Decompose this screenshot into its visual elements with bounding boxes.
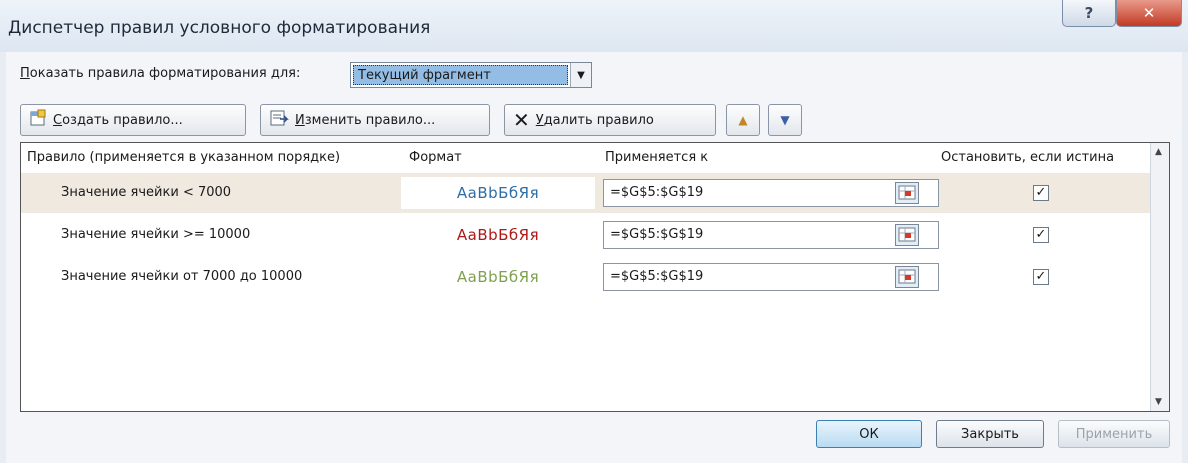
title-bar: Диспетчер правил условного форматировани… — [0, 0, 1188, 52]
show-rules-row: Показать правила форматирования для: — [20, 66, 300, 81]
rules-grid: Правило (применяется в указанном порядке… — [20, 142, 1170, 412]
scroll-up-icon[interactable]: ▲ — [1155, 147, 1162, 157]
stop-if-true-checkbox[interactable]: ✓ — [1033, 185, 1049, 201]
help-button[interactable]: ? — [1062, 0, 1116, 27]
format-preview: АаBbБбЯя — [401, 261, 595, 293]
chevron-down-icon[interactable]: ▼ — [570, 63, 591, 87]
stop-if-true-checkbox[interactable]: ✓ — [1033, 227, 1049, 243]
delete-icon: ✕ — [513, 108, 530, 132]
format-preview: АаBbБбЯя — [401, 219, 595, 251]
rule-condition: Значение ячейки от 7000 до 10000 — [61, 269, 303, 284]
rule-condition: Значение ячейки >= 10000 — [61, 227, 251, 242]
create-rule-button[interactable]: Создать правило... — [20, 104, 246, 136]
apply-button[interactable]: Применить — [1058, 420, 1170, 448]
close-button[interactable]: Закрыть — [936, 420, 1044, 448]
arrow-down-icon: ▼ — [780, 113, 790, 127]
rule-row[interactable]: Значение ячейки >= 10000 АаBbБбЯя =$G$5:… — [21, 215, 1151, 255]
move-up-button[interactable]: ▲ — [726, 104, 760, 136]
delete-rule-button[interactable]: ✕ Удалить правило — [504, 104, 716, 136]
show-rules-select[interactable]: Текущий фрагмент ▼ — [350, 62, 592, 88]
scroll-down-icon[interactable]: ▼ — [1155, 397, 1162, 407]
rule-row[interactable]: Значение ячейки от 7000 до 10000 АаBbБбЯ… — [21, 257, 1151, 297]
header-stop: Остановить, если истина — [941, 150, 1115, 165]
header-applies: Применяется к — [605, 150, 709, 165]
show-rules-label: Показать правила форматирования для: — [20, 66, 301, 81]
range-select-icon[interactable] — [895, 266, 919, 288]
format-preview: АаBbБбЯя — [401, 177, 595, 209]
applies-to-input[interactable]: =$G$5:$G$19 — [603, 179, 939, 207]
new-rule-icon — [29, 109, 47, 131]
applies-to-input[interactable]: =$G$5:$G$19 — [603, 221, 939, 249]
help-icon: ? — [1084, 4, 1094, 22]
close-window-button[interactable]: ✕ — [1116, 0, 1182, 27]
dialog-body: Показать правила форматирования для: Тек… — [6, 52, 1182, 463]
rule-condition: Значение ячейки < 7000 — [61, 185, 232, 200]
rule-row[interactable]: Значение ячейки < 7000 АаBbБбЯя =$G$5:$G… — [21, 173, 1151, 213]
grid-header: Правило (применяется в указанном порядке… — [21, 143, 1151, 171]
stop-if-true-checkbox[interactable]: ✓ — [1033, 269, 1049, 285]
show-rules-selected: Текущий фрагмент — [353, 65, 568, 85]
ok-button[interactable]: ОК — [816, 420, 922, 448]
move-down-button[interactable]: ▼ — [768, 104, 802, 136]
title-buttons: ? ✕ — [1062, 0, 1182, 27]
edit-rule-button[interactable]: Изменить правило... — [260, 104, 490, 136]
range-select-icon[interactable] — [895, 182, 919, 204]
arrow-up-icon: ▲ — [738, 113, 748, 127]
vertical-scrollbar[interactable]: ▲ ▼ — [1150, 143, 1169, 411]
applies-to-input[interactable]: =$G$5:$G$19 — [603, 263, 939, 291]
edit-rule-icon — [269, 109, 289, 131]
header-rule: Правило (применяется в указанном порядке… — [27, 150, 341, 165]
close-icon: ✕ — [1142, 4, 1156, 22]
window-title: Диспетчер правил условного форматировани… — [8, 18, 431, 38]
header-format: Формат — [409, 150, 462, 165]
range-select-icon[interactable] — [895, 224, 919, 246]
